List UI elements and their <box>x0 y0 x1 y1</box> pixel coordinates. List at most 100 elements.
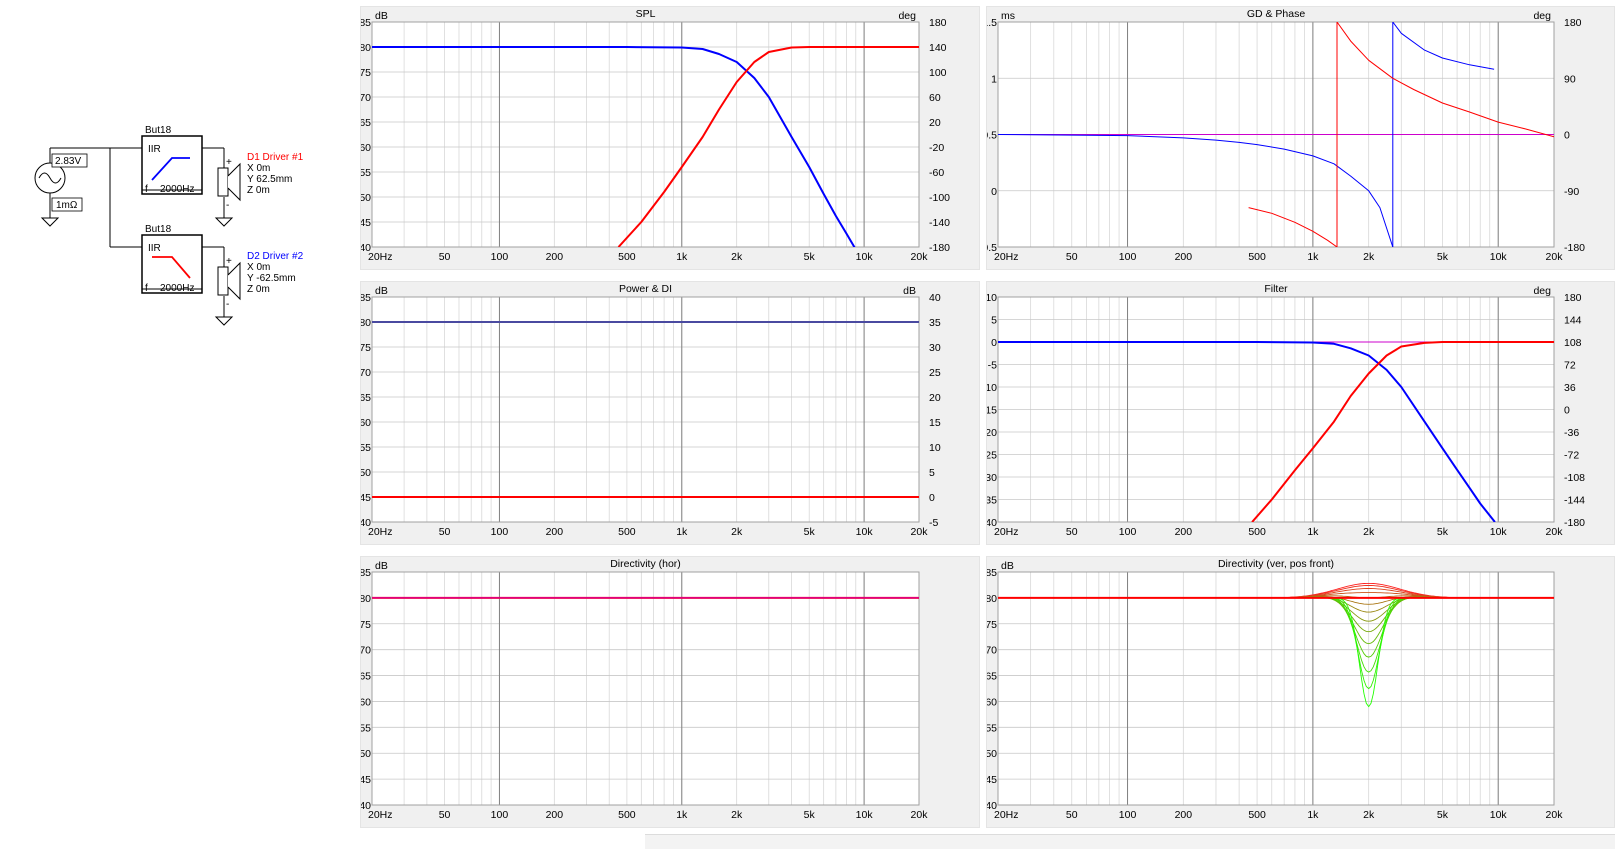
x-tick-label: 50 <box>439 809 451 821</box>
status-strip <box>645 834 1615 849</box>
right-tick-label: 90 <box>1564 73 1576 85</box>
left-tick-label: 65 <box>987 671 997 683</box>
driver-2-label[interactable]: D2 Driver #2 <box>247 251 304 262</box>
left-tick-label: 0.5 <box>987 130 997 142</box>
x-tick-label: 2k <box>731 526 743 538</box>
x-tick-label: 100 <box>1119 809 1137 821</box>
filter-chart-panel[interactable]: Filterdeg1050-5-10-15-20-25-30-35-401801… <box>986 281 1615 545</box>
x-tick-label: 10k <box>856 809 874 821</box>
right-tick-label: -72 <box>1564 450 1579 462</box>
directivity-ver-chart-panel[interactable]: Directivity (ver, pos front) dB 85 80 75 70 65… <box>986 556 1615 828</box>
right-tick-label: 35 <box>929 317 941 329</box>
plot-area <box>372 297 919 522</box>
right-tick-label: -100 <box>929 192 950 204</box>
filter-2-type: IIR <box>148 243 161 254</box>
left-tick-label: 45 <box>361 217 371 229</box>
right-tick-label: -140 <box>929 217 950 229</box>
x-tick-label: 20k <box>911 251 929 263</box>
crossover-schematic: 2.83V 1mΩ But18 IIR f 2000Hz But18 IIR f… <box>34 125 304 326</box>
signal-source-icon[interactable] <box>34 162 66 194</box>
x-tick-label: 5k <box>1437 526 1449 538</box>
gd-phase-chart: GD & Phasemsdeg1.510.50-0.5180900-90-180… <box>987 8 1585 263</box>
x-tick-label: 1k <box>676 251 688 263</box>
left-tick-label: 75 <box>987 619 997 631</box>
right-tick-label: 20 <box>929 392 941 404</box>
right-tick-label: 0 <box>929 492 935 504</box>
left-tick-label: 50 <box>361 748 371 760</box>
left-tick-label: 80 <box>987 593 997 605</box>
spl-chart-panel[interactable]: SPL dB deg 85 80 75 70 65 60 55 50 45 40 180 140 100 60 2… <box>360 6 980 270</box>
right-axis-unit: deg <box>1533 10 1551 22</box>
right-tick-label: -180 <box>1564 242 1585 254</box>
right-tick-label: -180 <box>1564 517 1585 529</box>
left-tick-label: 85 <box>361 567 371 579</box>
left-tick-label: 60 <box>361 417 371 429</box>
left-axis-unit: dB <box>1001 560 1014 572</box>
gd-phase-chart-panel[interactable]: GD & Phasemsdeg1.510.50-0.5180900-90-180… <box>986 6 1615 270</box>
directivity-ver-chart: Directivity (ver, pos front) dB 85 80 75 70 65… <box>987 558 1563 821</box>
left-tick-label: 55 <box>361 442 371 454</box>
left-tick-label: 60 <box>361 142 371 154</box>
right-tick-label: 40 <box>929 292 941 304</box>
x-tick-label: 1k <box>676 809 688 821</box>
right-tick-label: 20 <box>929 117 941 129</box>
chart-title: Filter <box>1264 283 1288 295</box>
power-di-chart: Power & DIdB dB85807570656055504540403530… <box>361 283 941 538</box>
right-tick-label: 15 <box>929 417 941 429</box>
driver-1-x: X 0m <box>247 163 270 174</box>
left-axis-unit: dB <box>375 10 388 22</box>
x-tick-label: 500 <box>618 251 636 263</box>
x-tick-label: 500 <box>1248 251 1266 263</box>
directivity-hor-chart-panel[interactable]: Directivity (hor) dB 85 80 75 70 65 60 55 50 45 40 2… <box>360 556 980 828</box>
source-impedance: 1mΩ <box>56 200 78 211</box>
left-axis-unit: dB <box>375 560 388 572</box>
left-tick-label: -20 <box>987 427 997 439</box>
driver-1-plus: + <box>226 157 232 168</box>
filter-2-f-label: f <box>145 283 148 294</box>
right-tick-label: 180 <box>1564 292 1582 304</box>
left-tick-label: 55 <box>987 722 997 734</box>
x-tick-label: 10k <box>856 251 874 263</box>
driver-2-x: X 0m <box>247 262 270 273</box>
left-tick-label: 85 <box>987 567 997 579</box>
x-tick-label: 2k <box>1363 251 1375 263</box>
x-tick-label: 20Hz <box>368 526 393 538</box>
driver-2-plus: + <box>226 256 232 267</box>
right-tick-label: 0 <box>1564 405 1570 417</box>
speaker-icon[interactable] <box>217 162 241 202</box>
left-tick-label: 50 <box>361 192 371 204</box>
x-tick-label: 5k <box>804 809 816 821</box>
driver-2-z: Z 0m <box>247 284 270 295</box>
source-voltage: 2.83V <box>55 156 81 167</box>
x-tick-label: 500 <box>1248 526 1266 538</box>
right-axis-unit: dB <box>903 285 916 297</box>
right-tick-label: 144 <box>1564 315 1582 327</box>
left-tick-label: -30 <box>987 472 997 484</box>
power-di-chart-panel[interactable]: Power & DI dB dB 85 80 75 70 65 60 55 50 45 40 40 35 30… <box>360 281 980 545</box>
driver-1-label[interactable]: D1 Driver #1 <box>247 152 304 163</box>
left-tick-label: 60 <box>987 696 997 708</box>
x-tick-label: 50 <box>1066 251 1078 263</box>
left-tick-label: 85 <box>361 17 371 29</box>
left-tick-label: 75 <box>361 342 371 354</box>
speaker-icon[interactable] <box>217 261 241 301</box>
x-tick-label: 20Hz <box>994 809 1019 821</box>
left-tick-label: 65 <box>361 392 371 404</box>
filter-1-freq: 2000Hz <box>160 184 194 195</box>
chart-title: Directivity (ver, pos front) <box>1218 558 1334 570</box>
left-tick-label: 45 <box>361 774 371 786</box>
x-tick-label: 100 <box>491 251 509 263</box>
right-tick-label: 5 <box>929 467 935 479</box>
right-tick-label: 140 <box>929 42 947 54</box>
x-tick-label: 500 <box>618 526 636 538</box>
right-tick-label: -20 <box>929 142 944 154</box>
x-tick-label: 100 <box>1119 526 1137 538</box>
right-tick-label: -180 <box>929 242 950 254</box>
x-tick-label: 100 <box>1119 251 1137 263</box>
ground-icon <box>214 316 234 326</box>
left-tick-label: 80 <box>361 593 371 605</box>
left-tick-label: 55 <box>361 722 371 734</box>
x-tick-label: 20Hz <box>994 526 1019 538</box>
plot-area <box>372 572 919 805</box>
filter-2-freq: 2000Hz <box>160 283 194 294</box>
